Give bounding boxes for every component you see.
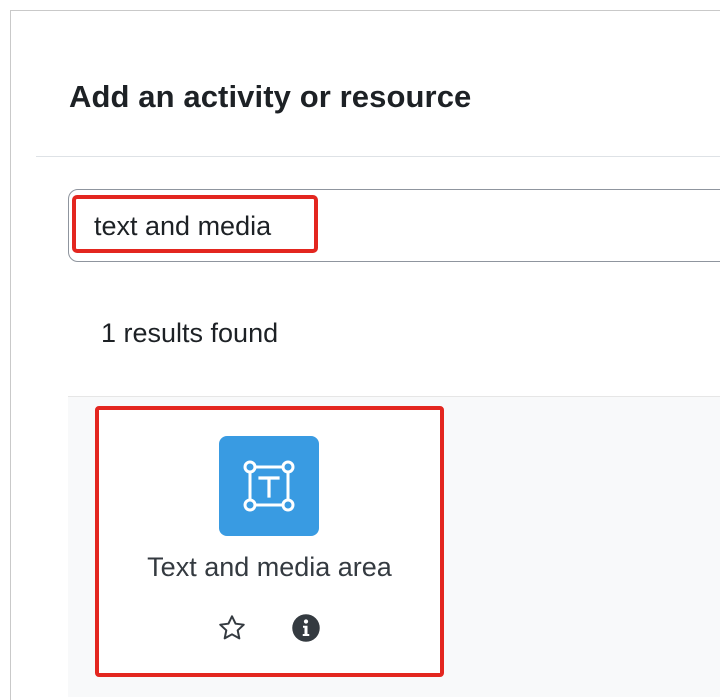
modal-title: Add an activity or resource bbox=[69, 79, 472, 114]
info-icon[interactable] bbox=[290, 612, 322, 644]
module-name[interactable]: Text and media area bbox=[97, 550, 442, 584]
results-count: 1 results found bbox=[101, 318, 279, 348]
search-input[interactable] bbox=[94, 208, 694, 244]
text-frame-icon bbox=[243, 460, 295, 512]
header-divider bbox=[36, 156, 720, 157]
star-icon[interactable] bbox=[215, 611, 249, 645]
text-and-media-area-icon[interactable] bbox=[219, 436, 319, 536]
